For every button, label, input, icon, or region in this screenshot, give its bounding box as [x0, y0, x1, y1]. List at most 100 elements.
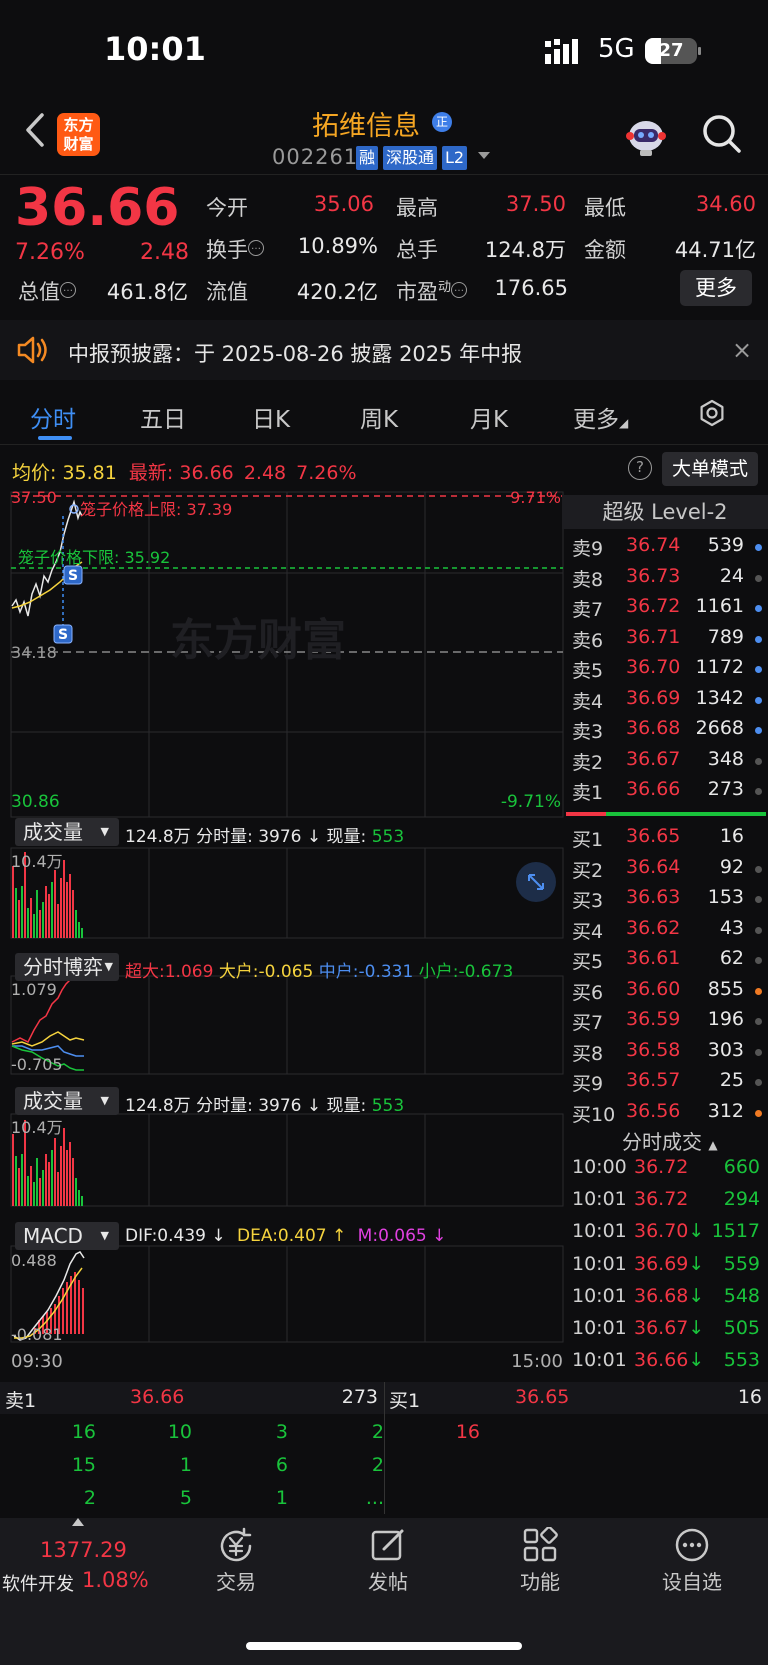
bid-row[interactable]: 买4 36.62 43 — [570, 917, 768, 947]
queue-buy-cell: 16 — [455, 1421, 480, 1443]
help-icon[interactable]: ? — [628, 456, 652, 480]
tab-daily-k[interactable]: 日K — [252, 400, 290, 434]
ask-row[interactable]: 卖5 36.70 1172 — [570, 656, 768, 686]
bid-volume: 16 — [719, 825, 744, 847]
ask-row[interactable]: 卖3 36.68 2668 — [570, 717, 768, 747]
nav-function[interactable]: 功能 — [495, 1566, 585, 1595]
chevron-up-icon[interactable] — [72, 1518, 84, 1526]
bid-row[interactable]: 买8 36.58 303 — [570, 1039, 768, 1069]
field-label-open: 今开 — [206, 196, 248, 220]
nav-add-watchlist[interactable]: 设自选 — [647, 1566, 737, 1595]
ask-row[interactable]: 卖6 36.71 789 — [570, 626, 768, 656]
bid-row[interactable]: 买9 36.57 25 — [570, 1069, 768, 1099]
grid-function-icon[interactable] — [522, 1527, 558, 1563]
bid-row[interactable]: 买10 36.56 312 — [570, 1100, 768, 1130]
ask-price: 36.72 — [626, 595, 681, 617]
order-dot-icon — [755, 727, 762, 734]
macd-indicator-selector[interactable]: MACD ▼ — [15, 1222, 119, 1250]
info-icon[interactable]: … — [60, 282, 76, 298]
ask-row[interactable]: 卖8 36.73 24 — [570, 565, 768, 595]
ask-row[interactable]: 卖4 36.69 1342 — [570, 687, 768, 717]
search-icon[interactable] — [702, 114, 742, 154]
level2-title[interactable]: 超级 Level-2 — [562, 495, 768, 529]
field-label-turnover: 换手… — [206, 234, 264, 264]
tab-more[interactable]: 更多◢ — [573, 400, 628, 434]
more-dots-icon[interactable] — [674, 1527, 710, 1563]
chevron-down-icon[interactable] — [478, 152, 490, 159]
ask-row[interactable]: 卖7 36.72 1161 — [570, 595, 768, 625]
tab-monthly-k[interactable]: 月K — [470, 400, 508, 434]
info-icon[interactable]: … — [248, 240, 264, 256]
order-dot-icon — [755, 635, 762, 643]
ask-volume: 789 — [707, 625, 744, 648]
bottom-price-label: 30.86 — [11, 792, 60, 812]
trades-title[interactable]: 分时成交 ▲ — [622, 1126, 718, 1155]
field-value-volume: 124.8万 — [484, 238, 566, 262]
divider — [0, 444, 768, 445]
gear-icon[interactable] — [697, 399, 727, 429]
bid-row[interactable]: 买5 36.61 62 — [570, 947, 768, 977]
bid-row[interactable]: 买7 36.59 196 — [570, 1008, 768, 1038]
stock-code: 002261 — [272, 145, 359, 169]
vol1-stats: 124.8万 分时量: 3976 ↓ 现量: 553 — [125, 827, 405, 847]
nav-post[interactable]: 发帖 — [343, 1566, 433, 1595]
bid-row[interactable]: 买3 36.63 153 — [570, 886, 768, 916]
bid-row[interactable]: 买2 36.64 92 — [570, 856, 768, 886]
post-edit-icon[interactable] — [370, 1527, 406, 1563]
vol2-indicator-selector[interactable]: 成交量 ▼ — [15, 1087, 119, 1115]
bid-row[interactable]: 买1 36.65 16 — [570, 825, 768, 855]
ask-row[interactable]: 卖1 36.66 273 — [570, 778, 768, 808]
stock-name[interactable]: 拓维信息 — [312, 104, 420, 143]
robot-assistant-icon[interactable] — [624, 114, 668, 158]
yuan-trade-icon[interactable] — [217, 1527, 255, 1565]
macd-max-label: 0.488 — [11, 1251, 57, 1270]
ask-level-label: 卖8 — [572, 568, 604, 591]
info-icon[interactable]: … — [451, 282, 468, 298]
queue-sell-cell: 1 — [275, 1487, 288, 1509]
battery-level: 27 — [658, 40, 684, 61]
bid-volume: 196 — [707, 1008, 744, 1030]
index-value[interactable]: 1377.29 — [40, 1538, 127, 1562]
ask-row[interactable]: 卖9 36.74 539 — [570, 534, 768, 564]
order-dot-icon — [755, 574, 762, 582]
field-label-amount: 金额 — [584, 238, 626, 262]
more-button[interactable]: 更多 — [680, 270, 752, 306]
nav-trade[interactable]: 交易 — [191, 1566, 281, 1595]
ask-row[interactable]: 卖2 36.67 348 — [570, 748, 768, 778]
avg-price-row: 均价: 35.81 最新: 36.66 2.48 7.26% — [12, 458, 357, 485]
tab-five-day[interactable]: 五日 — [140, 400, 186, 434]
field-value-total-cap: 461.8亿 — [106, 280, 188, 304]
bid-level-label: 买10 — [572, 1103, 616, 1126]
macd-grid — [10, 1245, 564, 1343]
tab-fenshi[interactable]: 分时 — [30, 400, 76, 434]
app-logo[interactable]: 东方 财富 — [57, 113, 100, 156]
big-order-mode-button[interactable]: 大单模式 — [662, 452, 758, 486]
lower-limit-label: 笼子价格下限: 35.92 — [18, 548, 170, 567]
bid-volume: 312 — [707, 1099, 744, 1122]
vol2-max-label: 10.4万 — [11, 1118, 63, 1137]
s-mark-2-text: S — [58, 627, 68, 643]
bid-level-label: 买7 — [572, 1012, 604, 1034]
bid-row[interactable]: 买6 36.60 855 — [570, 978, 768, 1008]
queue-divider — [384, 1382, 385, 1514]
order-dot-icon — [755, 666, 762, 673]
vol1-indicator-selector[interactable]: 成交量 ▼ — [15, 818, 119, 846]
close-icon[interactable]: × — [732, 336, 752, 364]
queue-sell-cell: 10 — [167, 1421, 192, 1443]
index-name[interactable]: 软件开发 — [2, 1570, 74, 1596]
queue-sell-cell: 3 — [275, 1421, 288, 1443]
index-pct[interactable]: 1.08% — [82, 1568, 149, 1592]
ask-volume: 24 — [719, 564, 744, 587]
field-value-low: 34.60 — [695, 192, 756, 216]
tab-weekly-k[interactable]: 周K — [360, 400, 398, 434]
bid-volume: 25 — [719, 1069, 744, 1091]
home-indicator[interactable] — [246, 1642, 522, 1650]
queue-sell-cell: 16 — [71, 1421, 96, 1443]
logo-line-1: 东方 — [63, 116, 94, 134]
ask-price: 36.68 — [626, 717, 681, 739]
queue-sell-label: 卖1 — [5, 1390, 37, 1412]
boyi-indicator-selector[interactable]: 分时博弈 ▼ — [15, 953, 119, 981]
field-label-pe: 市盈动… — [396, 276, 468, 306]
ask-volume: 539 — [707, 534, 744, 556]
back-arrow-icon[interactable] — [24, 112, 46, 148]
